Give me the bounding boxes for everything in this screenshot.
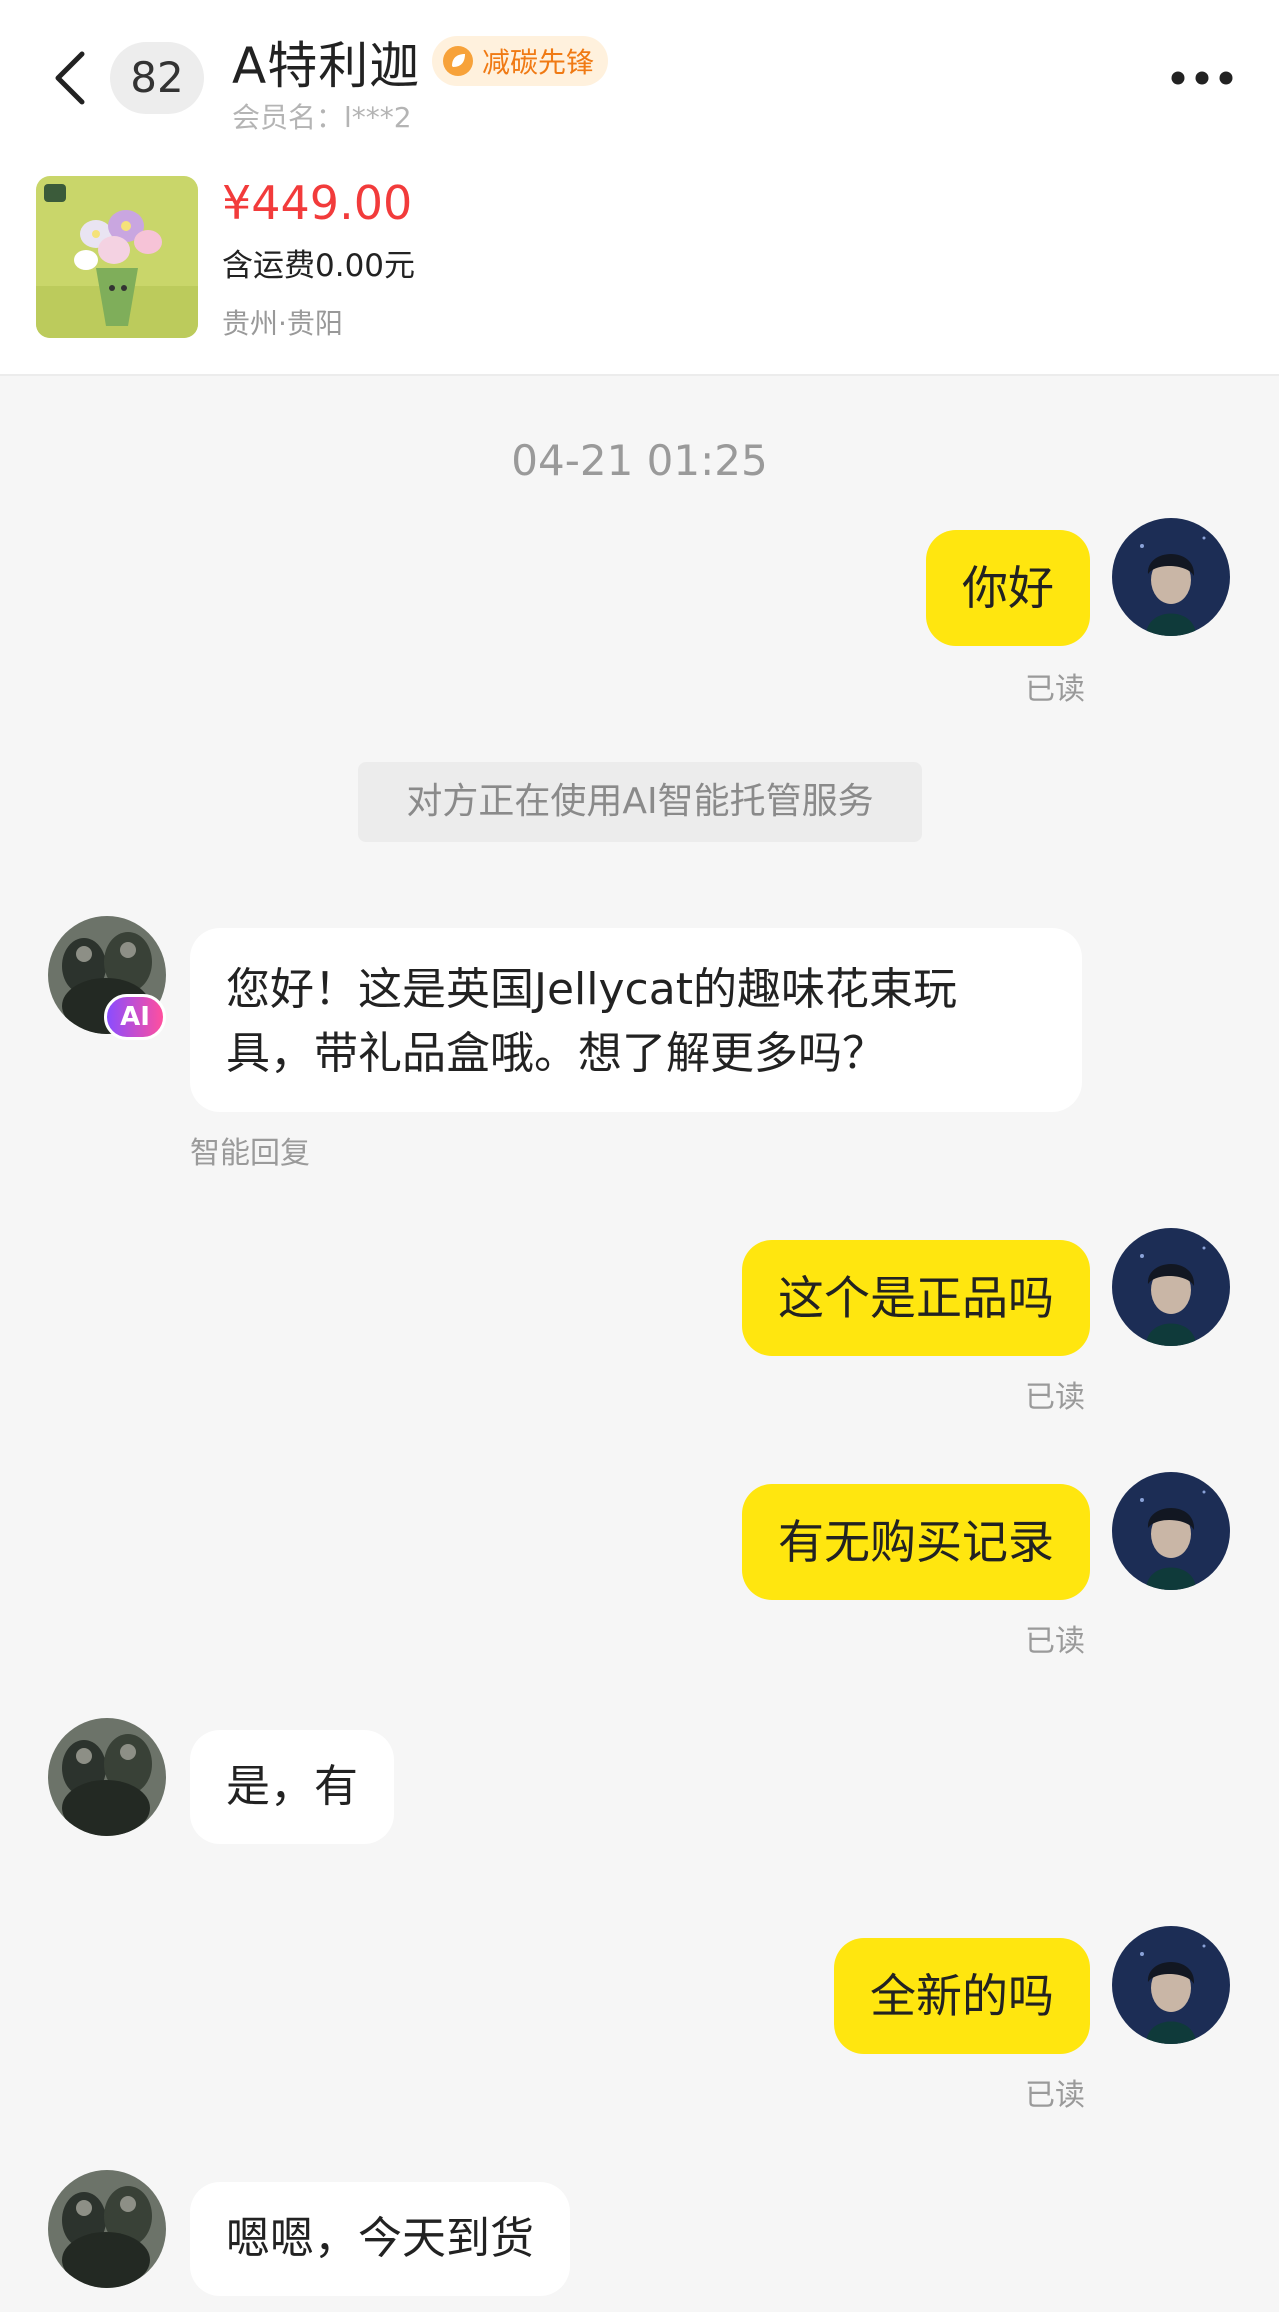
chat-timestamp: 04-21 01:25: [511, 436, 768, 485]
shop-message-line: 具，带礼品盒哦。想了解更多吗？: [226, 1028, 886, 1079]
my-avatar[interactable]: [1112, 1926, 1230, 2044]
product-thumbnail[interactable]: [36, 176, 198, 338]
read-status: 已读: [1025, 1380, 1085, 1415]
seller-location: 贵州·贵阳: [222, 307, 343, 340]
header-divider: [0, 374, 1279, 376]
product-price: ¥449.00: [222, 176, 413, 230]
member-name: 会员名：l***2: [232, 101, 412, 134]
smart-reply-label: 智能回复: [190, 1136, 310, 1171]
unread-count-badge[interactable]: 82: [110, 42, 204, 114]
my-message-bubble[interactable]: 全新的吗: [834, 1938, 1090, 2054]
back-arrow-icon[interactable]: [48, 48, 92, 108]
read-status: 已读: [1025, 2078, 1085, 2113]
shop-message-line: 您好！这是英国Jellycat的趣味花束玩: [226, 964, 957, 1015]
shipping-info: 含运费0.00元: [222, 248, 416, 284]
my-avatar[interactable]: [1112, 1472, 1230, 1590]
leaf-icon: [443, 46, 473, 76]
my-avatar[interactable]: [1112, 518, 1230, 636]
shop-message-bubble[interactable]: 是，有: [190, 1730, 394, 1844]
eco-badge-label: 减碳先锋: [482, 46, 595, 79]
read-status: 已读: [1025, 1624, 1085, 1659]
my-message-bubble[interactable]: 这个是正品吗: [742, 1240, 1090, 1356]
chat-header: 82 A特利迦 减碳先锋 会员名：l***2 ¥449.00 含运费0.00元 …: [0, 0, 1279, 376]
ai-badge: AI: [104, 994, 166, 1040]
eco-badge[interactable]: 减碳先锋: [432, 36, 609, 86]
my-avatar[interactable]: [1112, 1228, 1230, 1346]
shop-message-bubble[interactable]: 您好！这是英国Jellycat的趣味花束玩 具，带礼品盒哦。想了解更多吗？: [190, 928, 1082, 1112]
shop-avatar[interactable]: [48, 1718, 166, 1836]
ai-service-notice: 对方正在使用AI智能托管服务: [358, 762, 922, 842]
read-status: 已读: [1025, 672, 1085, 707]
shop-message-bubble[interactable]: 嗯嗯，今天到货: [190, 2182, 570, 2296]
my-message-bubble[interactable]: 你好: [926, 530, 1090, 646]
more-icon[interactable]: [1170, 70, 1234, 86]
shop-name[interactable]: A特利迦: [232, 26, 420, 98]
shop-avatar[interactable]: [48, 2170, 166, 2288]
flower-bouquet-image: [36, 176, 198, 338]
my-message-bubble[interactable]: 有无购买记录: [742, 1484, 1090, 1600]
